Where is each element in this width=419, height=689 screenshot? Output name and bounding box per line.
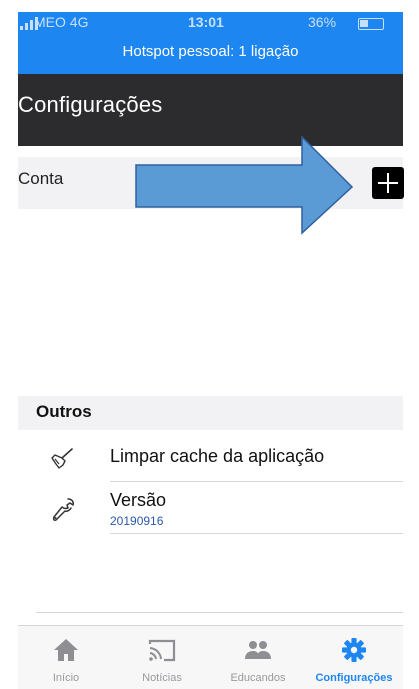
clear-cache-row[interactable]: Limpar cache da aplicação [18, 434, 403, 482]
hotspot-banner[interactable]: Hotspot pessoal: 1 ligação [18, 43, 403, 60]
tab-label: Início [52, 672, 80, 684]
cast-icon [148, 639, 176, 662]
arrow-annotation-icon [135, 135, 354, 235]
carrier-label: MEO 4G [34, 14, 89, 30]
others-section-header: Outros [18, 396, 403, 430]
tab-configuracoes[interactable]: Configurações [306, 626, 402, 689]
status-row: MEO 4G 13:01 36% [18, 14, 403, 36]
tab-educandos[interactable]: Educandos [210, 626, 306, 689]
battery-percent: 36% [308, 14, 337, 30]
version-number: 20190916 [110, 514, 164, 528]
tab-label: Notícias [142, 672, 182, 684]
divider [36, 612, 403, 613]
version-label: Versão [110, 490, 167, 510]
gear-icon [342, 638, 366, 662]
settings-screen: MEO 4G 13:01 36% Hotspot pessoal: 1 liga… [0, 0, 419, 689]
account-label: Conta [18, 169, 64, 188]
add-account-button[interactable] [372, 167, 404, 199]
status-bar: MEO 4G 13:01 36% Hotspot pessoal: 1 liga… [18, 12, 403, 74]
home-icon [54, 639, 78, 661]
battery-icon [358, 18, 384, 30]
tab-label: Configurações [315, 672, 393, 684]
clear-cache-label: Limpar cache da aplicação [110, 446, 325, 466]
section-title: Outros [36, 402, 92, 421]
tab-bar: Início Notícias Educandos Configurações [18, 625, 403, 689]
wrench-icon [52, 498, 74, 521]
version-row[interactable]: Versão 20190916 [18, 482, 403, 534]
page-title: Configurações [18, 92, 163, 117]
tab-inicio[interactable]: Início [18, 626, 114, 689]
tab-label: Educandos [230, 672, 286, 684]
people-icon [245, 641, 271, 659]
row-divider [110, 533, 403, 534]
broom-icon [51, 448, 73, 469]
tab-noticias[interactable]: Notícias [114, 626, 210, 689]
clock: 13:01 [188, 14, 224, 30]
